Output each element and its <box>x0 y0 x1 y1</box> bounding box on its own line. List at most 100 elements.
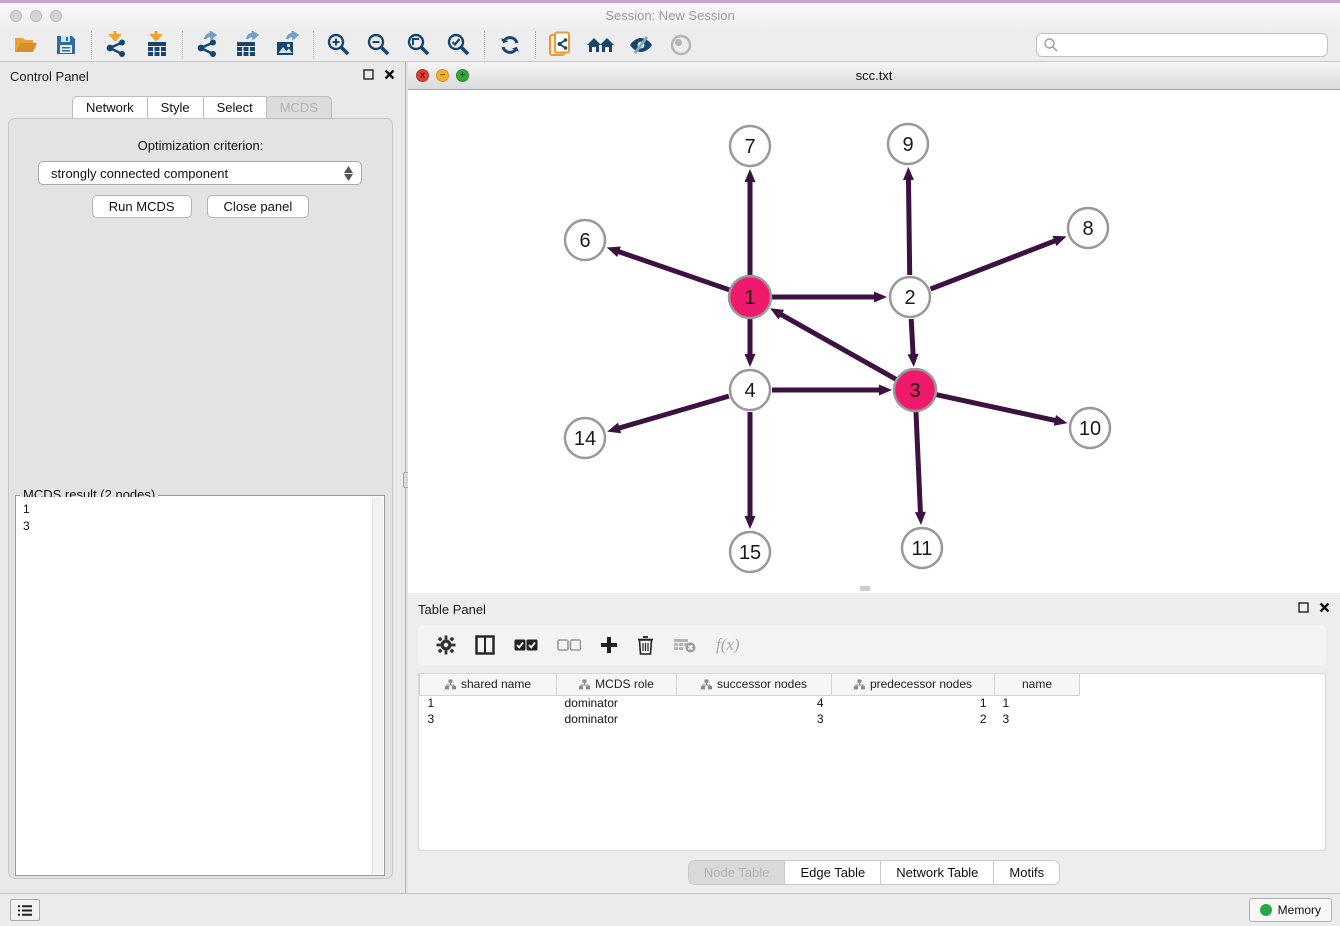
tab-motifs[interactable]: Motifs <box>993 861 1059 884</box>
export-table-button[interactable] <box>228 30 268 60</box>
create-column-icon[interactable] <box>600 636 618 654</box>
close-panel-icon[interactable] <box>384 69 395 80</box>
graph-node-label: 9 <box>902 134 913 156</box>
list-icon <box>17 904 33 917</box>
run-mcds-button[interactable]: Run MCDS <box>92 195 192 218</box>
zoom-out-icon <box>366 32 392 58</box>
tab-edge-table[interactable]: Edge Table <box>784 861 880 884</box>
tab-network-table[interactable]: Network Table <box>880 861 993 884</box>
graph-node-label: 4 <box>744 380 755 402</box>
graph-node-label: 10 <box>1079 418 1101 440</box>
graph-edge[interactable] <box>780 314 896 380</box>
tab-node-table[interactable]: Node Table <box>689 861 785 884</box>
table-row[interactable]: 3dominator323 <box>420 711 1080 727</box>
network-view-window: x − + scc.txt 7968124314101511 <box>408 62 1340 593</box>
tab-mcds[interactable]: MCDS <box>266 96 332 119</box>
column-header[interactable]: predecessor nodes <box>832 674 995 695</box>
table-cell: 3 <box>677 711 832 727</box>
mcds-result-list[interactable]: 13 <box>17 497 372 874</box>
graph-edge[interactable] <box>617 251 729 290</box>
memory-button[interactable]: Memory <box>1249 898 1332 922</box>
window-title: Session: New Session <box>0 8 1340 23</box>
select-arrows-icon <box>344 166 353 181</box>
float-table-panel-icon[interactable] <box>1298 602 1309 613</box>
graph-node-label: 11 <box>912 538 933 560</box>
column-header[interactable]: shared name <box>420 674 557 695</box>
hide-selected-button[interactable] <box>621 30 661 60</box>
save-session-button[interactable] <box>46 30 86 60</box>
export-network-button[interactable] <box>188 30 228 60</box>
zoom-out-button[interactable] <box>359 30 399 60</box>
graph-node-label: 15 <box>739 542 761 564</box>
graph-edge[interactable] <box>618 396 729 428</box>
eye-slash-icon <box>627 33 655 57</box>
zoom-in-button[interactable] <box>319 30 359 60</box>
column-header[interactable]: MCDS role <box>557 674 677 695</box>
export-image-icon <box>275 31 301 59</box>
tab-select[interactable]: Select <box>203 96 267 119</box>
open-folder-icon <box>13 33 39 57</box>
toolbar-separator <box>182 31 183 59</box>
column-header[interactable]: successor nodes <box>677 674 832 695</box>
graph-node-label: 3 <box>909 380 920 402</box>
import-table-button[interactable] <box>137 30 177 60</box>
network-window-titlebar[interactable]: x − + scc.txt <box>408 62 1340 90</box>
table-panel-title: Table Panel <box>418 602 486 617</box>
search-container <box>1036 33 1328 57</box>
zoom-in-icon <box>326 32 352 58</box>
canvas-scrollbar-thumb[interactable] <box>860 586 870 591</box>
table-row[interactable]: 1dominator411 <box>420 695 1080 711</box>
import-network-button[interactable] <box>97 30 137 60</box>
graph-edge-arrowhead <box>607 423 621 434</box>
table-cell: 2 <box>832 711 995 727</box>
zoom-selected-button[interactable] <box>439 30 479 60</box>
select-all-columns-icon[interactable] <box>514 638 538 652</box>
table-cell: dominator <box>557 711 677 727</box>
task-history-button[interactable] <box>10 899 40 921</box>
close-panel-button[interactable]: Close panel <box>207 195 310 218</box>
network-graph: 7968124314101511 <box>408 90 1340 593</box>
graph-edge[interactable] <box>908 178 909 275</box>
graph-edge-arrowhead <box>908 354 919 367</box>
application-window: Session: New Session <box>0 0 1340 926</box>
graph-node-label: 14 <box>574 428 596 450</box>
graph-node-label: 6 <box>579 230 590 252</box>
float-panel-icon[interactable] <box>363 69 374 80</box>
delete-table-icon[interactable] <box>673 636 697 654</box>
table-cell: dominator <box>557 695 677 711</box>
open-session-button[interactable] <box>6 30 46 60</box>
tab-network[interactable]: Network <box>72 96 148 119</box>
close-table-panel-icon[interactable] <box>1319 602 1330 613</box>
graph-edge[interactable] <box>936 395 1056 421</box>
show-hidden-button[interactable] <box>661 30 701 60</box>
network-window-title: scc.txt <box>408 68 1340 83</box>
table-settings-icon[interactable] <box>436 635 456 655</box>
table-cell: 1 <box>420 695 557 711</box>
delete-columns-icon[interactable] <box>637 635 654 655</box>
unselect-all-columns-icon[interactable] <box>557 638 581 652</box>
search-input[interactable] <box>1036 33 1328 57</box>
mcds-result-item: 3 <box>23 518 366 535</box>
graph-edge[interactable] <box>931 240 1057 289</box>
refresh-button[interactable] <box>490 30 530 60</box>
control-panel-tabs: Network Style Select MCDS <box>0 96 405 119</box>
node-table[interactable]: shared nameMCDS rolesuccessor nodesprede… <box>418 673 1326 851</box>
tab-style[interactable]: Style <box>147 96 204 119</box>
copy-network-view-button[interactable] <box>541 30 581 60</box>
export-image-button[interactable] <box>268 30 308 60</box>
optimization-criterion-label: Optimization criterion: <box>9 138 392 153</box>
first-neighbors-button[interactable] <box>581 30 621 60</box>
control-panel-header: Control Panel <box>0 62 405 90</box>
mcds-panel-body: Optimization criterion: strongly connect… <box>8 118 393 879</box>
export-table-icon <box>235 31 261 59</box>
mcds-result-scrollbar[interactable] <box>372 497 383 874</box>
zoom-fit-button[interactable] <box>399 30 439 60</box>
graph-edge[interactable] <box>916 412 921 514</box>
network-canvas[interactable]: 7968124314101511 <box>408 90 1340 593</box>
column-browser-icon[interactable] <box>475 635 495 655</box>
apply-function-icon[interactable]: f(x) <box>716 635 740 655</box>
graph-edge[interactable] <box>911 319 913 356</box>
hierarchy-icon <box>854 679 865 690</box>
column-header[interactable]: name <box>995 674 1080 695</box>
optimization-criterion-select[interactable]: strongly connected component <box>38 161 362 185</box>
